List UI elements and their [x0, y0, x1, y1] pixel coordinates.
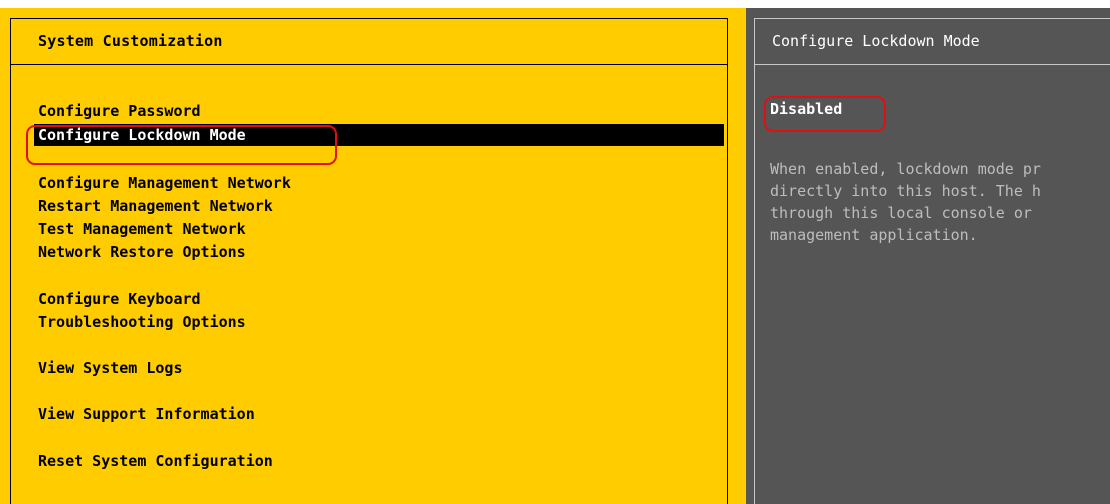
- menu-item-test-management-network[interactable]: Test Management Network: [38, 218, 246, 240]
- right-pane: Configure Lockdown Mode Disabled When en…: [746, 8, 1110, 504]
- left-pane: System Customization Configure Password …: [0, 8, 746, 504]
- menu-item-restart-management-network[interactable]: Restart Management Network: [38, 195, 273, 217]
- menu-item-configure-keyboard[interactable]: Configure Keyboard: [38, 288, 201, 310]
- menu-item-network-restore-options[interactable]: Network Restore Options: [38, 241, 246, 263]
- esxi-dcui-screen: System Customization Configure Password …: [0, 0, 1110, 504]
- description-text: When enabled, lockdown mode pr directly …: [770, 158, 1110, 246]
- menu-item-view-support-information[interactable]: View Support Information: [38, 403, 255, 425]
- annotation-highlight-menu: [26, 125, 337, 165]
- menu-item-configure-management-network[interactable]: Configure Management Network: [38, 172, 291, 194]
- left-pane-title: System Customization: [38, 32, 223, 50]
- menu-item-troubleshooting-options[interactable]: Troubleshooting Options: [38, 311, 246, 333]
- description-line: When enabled, lockdown mode pr: [770, 160, 1041, 178]
- right-pane-title: Configure Lockdown Mode: [772, 32, 980, 50]
- menu-item-reset-system-configuration[interactable]: Reset System Configuration: [38, 450, 273, 472]
- menu-item-view-system-logs[interactable]: View System Logs: [38, 357, 183, 379]
- description-line: through this local console or: [770, 204, 1032, 222]
- annotation-highlight-status: [764, 96, 886, 132]
- description-line: directly into this host. The h: [770, 182, 1041, 200]
- description-line: management application.: [770, 226, 978, 244]
- top-border: [0, 0, 1110, 8]
- menu-item-configure-password[interactable]: Configure Password: [38, 100, 201, 122]
